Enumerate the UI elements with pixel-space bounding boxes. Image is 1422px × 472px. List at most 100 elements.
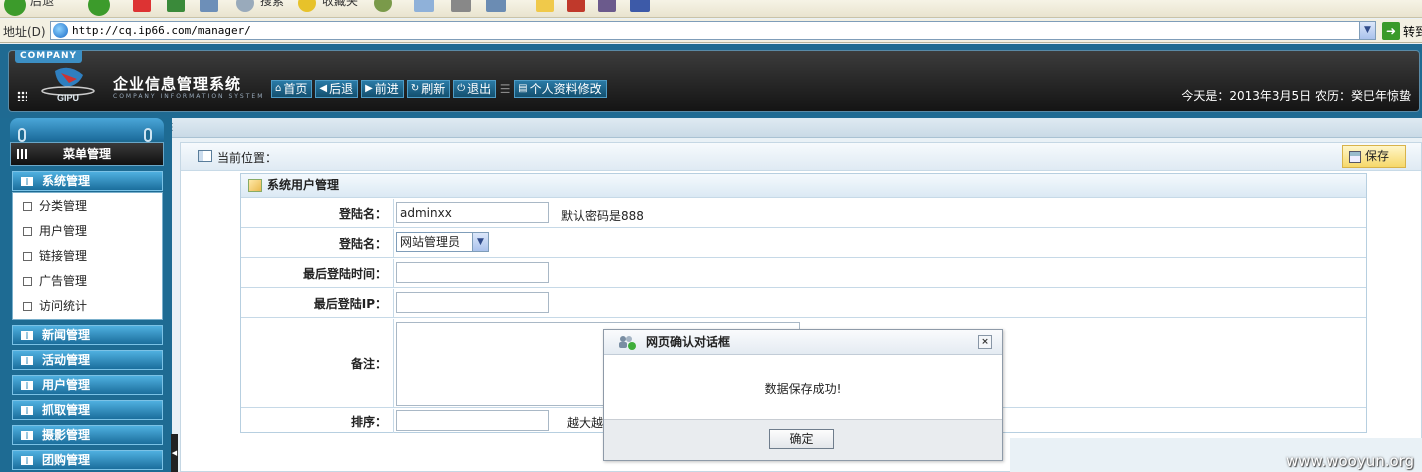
last-login-time-input[interactable] [396,262,549,283]
tool-icon[interactable] [567,0,585,12]
header-panel: COMPANY GIPU 企业信息管理系统 COMPANY INFORMATIO… [8,50,1420,112]
menu-item-label: 分类管理 [39,199,88,213]
login-name-input[interactable] [396,202,549,223]
ie-page-icon [53,23,68,38]
forward-icon[interactable] [88,0,110,16]
address-input[interactable]: http://cq.ip66.com/manager/ ▼ [50,21,1376,40]
history-icon[interactable] [374,0,392,12]
home-icon[interactable] [200,0,218,12]
menu-item-label: 访问统计 [39,299,88,313]
ok-button[interactable]: 确定 [769,429,834,449]
book-icon [21,381,33,390]
last-login-time-label: 最后登陆时间： [241,259,394,287]
menu-item-label: 用户管理 [39,224,88,238]
chevron-down-icon[interactable]: ▼ [1359,22,1375,39]
save-button[interactable]: 保存 [1342,145,1406,168]
menu-item-links[interactable]: 链接管理 [23,247,87,265]
last-login-ip-label: 最后登陆IP： [241,289,394,317]
refresh-icon[interactable] [167,0,185,12]
arrow-left-icon: ◀ [319,83,328,94]
menu-group-crawl[interactable]: 抓取管理 [12,400,163,420]
form-row-role: 登陆名： 网站管理员 ▼ [241,229,1366,258]
menu-item-category[interactable]: 分类管理 [23,197,87,215]
menu-item-stats[interactable]: 访问统计 [23,297,87,315]
search-icon[interactable] [236,0,254,12]
chevron-down-icon[interactable]: ▼ [472,233,488,251]
dialog-title-bar: 网页确认对话框 × [604,330,1002,355]
role-select[interactable]: 网站管理员 ▼ [396,232,489,252]
role-label: 登陆名： [241,229,394,257]
folder-icon[interactable] [536,0,554,12]
book-icon [21,456,33,465]
back-label[interactable]: 后退 [30,0,54,9]
nav-home-button[interactable]: ⌂ 首页 [271,80,313,98]
go-button[interactable]: 转到 [1403,23,1422,40]
last-login-ip-input[interactable] [396,292,549,313]
refresh-icon: ↻ [410,83,420,94]
menu-group-label: 用户管理 [42,378,91,392]
nav-logout-button[interactable]: ⏻ 退出 [453,80,497,98]
close-icon[interactable]: × [978,335,992,349]
book-icon [21,177,33,186]
location-label: 当前位置： [217,151,278,165]
back-icon[interactable] [4,0,26,16]
menu-group-events[interactable]: 活动管理 [12,350,163,370]
nav-forward-button[interactable]: ▶ 前进 [361,80,404,98]
form-header: 系统用户管理 [241,174,1366,198]
book-icon [21,431,33,440]
ring-icon [144,128,152,142]
menu-item-label: 链接管理 [39,249,88,263]
favorites-label[interactable]: 收藏夹 [322,0,358,9]
form-row-last-login-time: 最后登陆时间： [241,259,1366,288]
nav-profile-button[interactable]: ▤ 个人资料修改 [514,80,607,98]
messenger-icon[interactable] [598,0,616,12]
url-text[interactable]: http://cq.ip66.com/manager/ [72,24,251,37]
company-tag: COMPANY [15,50,82,63]
extension-icon[interactable] [630,0,650,12]
save-label: 保存 [1365,149,1390,163]
menu-item-ads[interactable]: 广告管理 [23,272,87,290]
system-title: 企业信息管理系统 [113,75,242,93]
menu-group-users[interactable]: 用户管理 [12,375,163,395]
sort-input[interactable] [396,410,549,431]
sidebar-collapse-handle[interactable]: ◀ [171,434,178,472]
remark-label: 备注： [241,319,394,407]
square-icon [23,252,32,261]
stop-icon[interactable] [133,0,151,12]
nav-label: 后退 [329,82,354,96]
watermark: www.wooyun.org [1286,452,1415,470]
logo-text: GIPU [57,93,79,103]
edit-icon[interactable] [486,0,506,12]
top-nav: ⌂ 首页 ◀ 后退 ▶ 前进 ↻ 刷新 ⏻ 退出 ☰ ▤ 个人资料修改 [271,80,607,98]
menu-item-label: 广告管理 [39,274,88,288]
search-label[interactable]: 搜索 [260,0,284,9]
save-icon [1349,151,1361,163]
power-icon: ⏻ [457,83,466,94]
favorites-star-icon[interactable] [298,0,316,12]
mail-icon[interactable] [414,0,434,12]
book-icon [21,406,33,415]
square-icon [23,302,32,311]
nav-refresh-button[interactable]: ↻ 刷新 [406,80,451,98]
login-name-label: 登陆名： [241,199,394,227]
sidebar-title: 菜单管理 [10,142,164,166]
square-icon [23,277,32,286]
role-select-value: 网站管理员 [400,235,461,249]
dialog-message: 数据保存成功! [764,382,842,396]
square-icon [23,202,32,211]
location-bar: 当前位置： 保存 [181,143,1421,171]
menu-group-system[interactable]: 系统管理 [12,171,163,191]
menu-group-photo[interactable]: 摄影管理 [12,425,163,445]
menu-item-users[interactable]: 用户管理 [23,222,87,240]
menu-group-news[interactable]: 新闻管理 [12,325,163,345]
nav-back-button[interactable]: ◀ 后退 [315,80,359,98]
book-icon [21,331,33,340]
menu-group-label: 摄影管理 [42,428,91,442]
go-arrow-icon[interactable]: ➜ [1382,22,1400,40]
print-icon[interactable] [451,0,471,12]
nav-label: 刷新 [421,82,446,96]
menu-group-label: 新闻管理 [42,328,91,342]
date-text: 今天是：2013年3月5日 农历：癸巳年惊蛰 [1181,89,1411,103]
sort-label: 排序： [241,409,394,433]
menu-group-groupbuy[interactable]: 团购管理 [12,450,163,470]
